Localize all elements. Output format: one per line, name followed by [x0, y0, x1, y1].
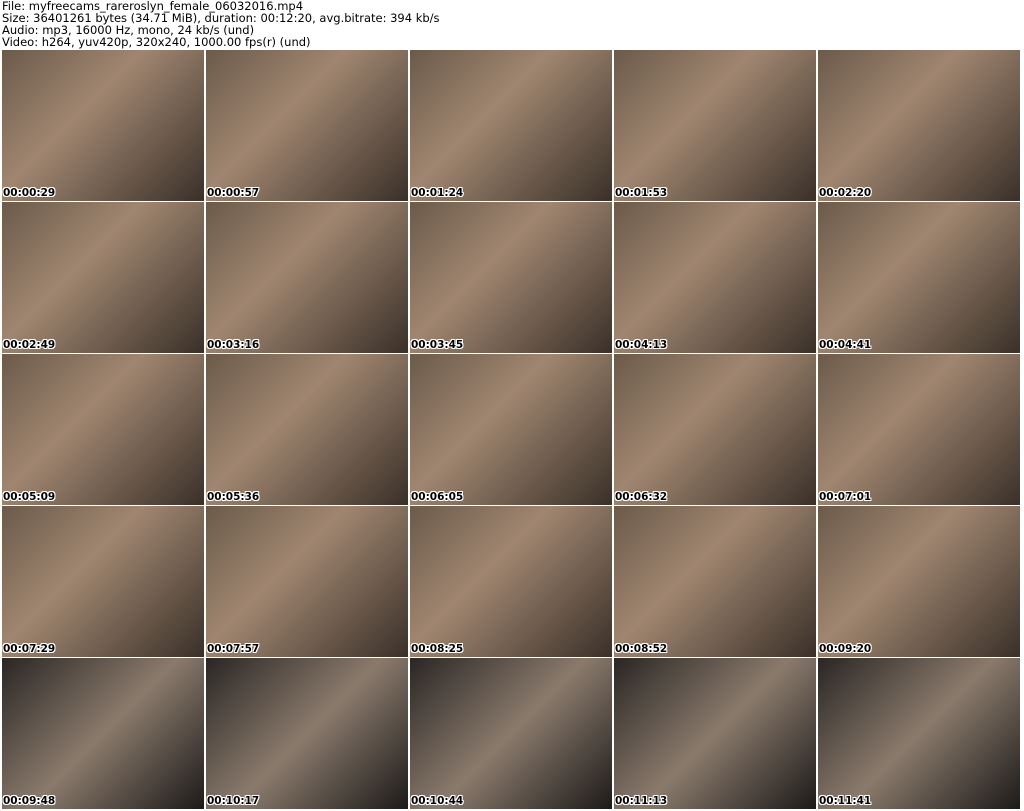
video-thumbnail: 00:02:20 [818, 50, 1020, 201]
video-thumbnail: 00:03:45 [410, 202, 612, 353]
thumbnail-timestamp: 00:05:09 [3, 491, 56, 503]
video-thumbnail: 00:07:29 [2, 506, 204, 657]
thumbnail-timestamp: 00:08:25 [411, 643, 464, 655]
thumbnail-timestamp: 00:11:13 [615, 795, 668, 807]
video-thumbnail: 00:05:36 [206, 354, 408, 505]
thumbnail-timestamp: 00:11:41 [819, 795, 872, 807]
thumbnail-timestamp: 00:02:20 [819, 187, 872, 199]
video-info: Video: h264, yuv420p, 320x240, 1000.00 f… [2, 35, 311, 49]
thumbnail-timestamp: 00:03:16 [207, 339, 260, 351]
video-thumbnail: 00:02:49 [2, 202, 204, 353]
video-thumbnail: 00:08:25 [410, 506, 612, 657]
thumbnail-timestamp: 00:07:29 [3, 643, 56, 655]
thumbnail-timestamp: 00:01:53 [615, 187, 668, 199]
video-thumbnail: 00:00:57 [206, 50, 408, 201]
thumbnail-timestamp: 00:00:57 [207, 187, 260, 199]
thumbnail-timestamp: 00:02:49 [3, 339, 56, 351]
video-thumbnail: 00:07:01 [818, 354, 1020, 505]
video-thumbnail: 00:09:20 [818, 506, 1020, 657]
video-thumbnail: 00:09:48 [2, 658, 204, 809]
thumbnail-timestamp: 00:09:48 [3, 795, 56, 807]
thumbnail-timestamp: 00:03:45 [411, 339, 464, 351]
video-thumbnail: 00:01:53 [614, 50, 816, 201]
thumbnail-timestamp: 00:06:32 [615, 491, 668, 503]
video-thumbnail: 00:04:13 [614, 202, 816, 353]
thumbnail-timestamp: 00:09:20 [819, 643, 872, 655]
thumbnail-timestamp: 00:05:36 [207, 491, 260, 503]
video-thumbnail: 00:00:29 [2, 50, 204, 201]
thumbnail-timestamp: 00:07:57 [207, 643, 260, 655]
thumbnail-timestamp: 00:10:44 [411, 795, 464, 807]
file-info: File: myfreecams_rareroslyn_female_06032… [2, 0, 440, 48]
thumbnail-timestamp: 00:04:13 [615, 339, 668, 351]
thumbnail-timestamp: 00:00:29 [3, 187, 56, 199]
video-thumbnail: 00:07:57 [206, 506, 408, 657]
thumbnail-timestamp: 00:06:05 [411, 491, 464, 503]
video-thumbnail: 00:10:17 [206, 658, 408, 809]
video-thumbnail: 00:01:24 [410, 50, 612, 201]
thumbnail-grid: 00:00:29 00:00:57 00:01:24 00:01:53 00:02:20… [2, 50, 1020, 809]
video-thumbnail: 00:06:32 [614, 354, 816, 505]
video-thumbnail: 00:11:41 [818, 658, 1020, 809]
video-thumbnail: 00:03:16 [206, 202, 408, 353]
thumbnail-timestamp: 00:07:01 [819, 491, 872, 503]
video-thumbnail: 00:11:13 [614, 658, 816, 809]
video-thumbnail: 00:06:05 [410, 354, 612, 505]
video-thumbnail: 00:04:41 [818, 202, 1020, 353]
thumbnail-timestamp: 00:01:24 [411, 187, 464, 199]
thumbnail-timestamp: 00:08:52 [615, 643, 668, 655]
thumbnail-timestamp: 00:04:41 [819, 339, 872, 351]
video-thumbnail: 00:08:52 [614, 506, 816, 657]
video-thumbnail: 00:10:44 [410, 658, 612, 809]
video-thumbnail: 00:05:09 [2, 354, 204, 505]
thumbnail-timestamp: 00:10:17 [207, 795, 260, 807]
